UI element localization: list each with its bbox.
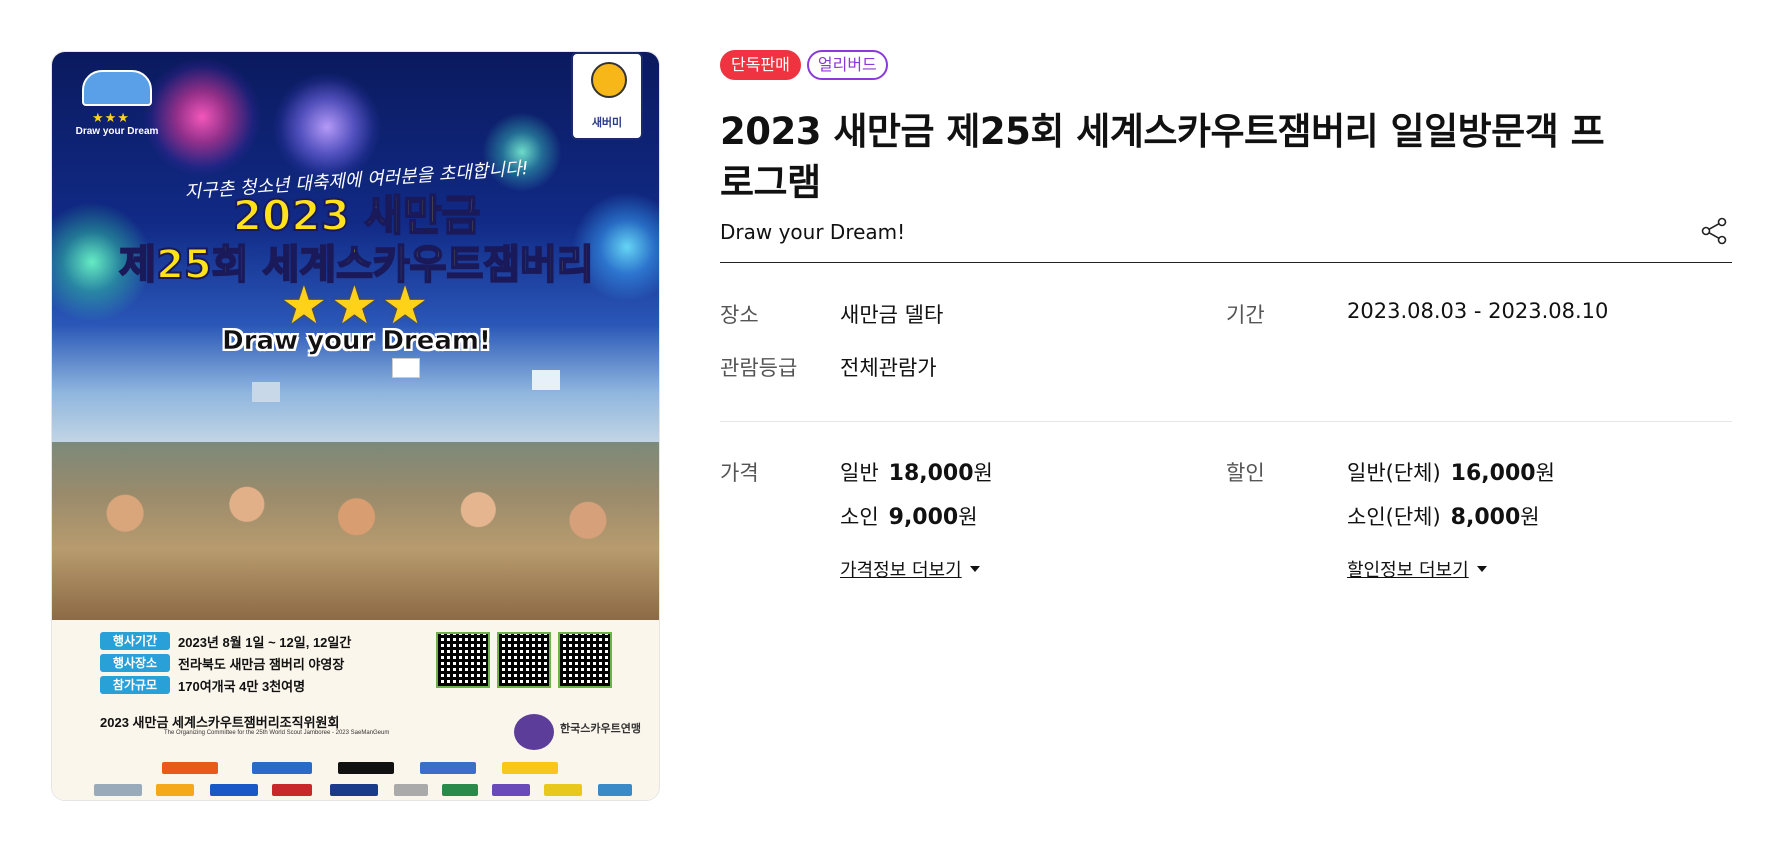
price-type: 일반 (840, 461, 879, 485)
period-label: 기간 (1226, 303, 1265, 327)
early-bird-badge: 얼리버드 (806, 50, 888, 80)
title-divider (720, 262, 1732, 263)
organizer-name: 2023 새만금 세계스카우트잼버리조직위원회 (100, 715, 340, 730)
discount-info-more-link[interactable]: 할인정보 더보기 (1347, 556, 1487, 582)
sponsor-logo (394, 784, 428, 796)
poster-info-tag: 참가규모 (100, 676, 170, 694)
price-row-general: 일반 18,000 원 (840, 457, 993, 487)
qr-code-group (436, 632, 616, 692)
poster-info-text: 2023년 8월 1일 ~ 12일, 12일간 (178, 634, 352, 650)
flag-icon (252, 382, 280, 402)
venue-label: 장소 (720, 303, 759, 327)
discount-type: 일반(단체) (1347, 461, 1441, 485)
poster-info-tag: 행사장소 (100, 654, 170, 672)
discount-info-more-label: 할인정보 더보기 (1347, 560, 1469, 581)
price-info-more-link[interactable]: 가격정보 더보기 (840, 556, 980, 582)
qr-code-icon (436, 632, 490, 688)
rating-value: 전체관람가 (840, 356, 937, 380)
mascot-logo: 새버미 (571, 52, 643, 140)
poster-info-row: 행사기간 2023년 8월 1일 ~ 12일, 12일간 (100, 632, 351, 650)
poster-info-row: 참가규모 170여개국 4만 3천여명 (100, 676, 305, 694)
sponsor-logo (162, 762, 218, 774)
korea-scout-association-logo-icon (514, 714, 554, 750)
organizer-name-en: The Organizing Committee for the 25th Wo… (164, 730, 390, 736)
mascot-name: 새버미 (591, 117, 623, 129)
discount-unit: 원 (1535, 461, 1555, 485)
period-value: 2023.08.03 - 2023.08.10 (1347, 299, 1609, 323)
poster-night-sky: ★★★ Draw your Dream 새버미 지구촌 청소년 대축제에 여러분… (52, 52, 659, 620)
poster-info-row: 행사장소 전라북도 새만금 잼버리 야영장 (100, 654, 344, 672)
sponsor-logo (210, 784, 258, 796)
poster-info-text: 전라북도 새만금 잼버리 야영장 (178, 656, 345, 672)
sponsor-logo (156, 784, 194, 796)
discount-unit: 원 (1520, 505, 1540, 529)
share-button[interactable] (1698, 215, 1730, 247)
rating-label: 관람등급 (720, 356, 798, 380)
jamboree-logo: ★★★ Draw your Dream (74, 64, 160, 140)
price-unit: 원 (973, 461, 993, 485)
price-info-more-label: 가격정보 더보기 (840, 560, 962, 581)
sponsor-logo (94, 784, 142, 796)
logo-text: Draw your Dream (75, 126, 159, 137)
sponsor-logo (338, 762, 394, 774)
sponsor-logos (92, 760, 632, 800)
firework-graphic (142, 57, 262, 177)
sponsor-logo (502, 762, 558, 774)
poster-slogan: Draw your Dream! (222, 326, 491, 357)
qr-code-icon (558, 632, 612, 688)
event-poster: ★★★ Draw your Dream 새버미 지구촌 청소년 대축제에 여러분… (51, 51, 660, 801)
tent-logo-icon (82, 70, 152, 106)
flag-icon (532, 370, 560, 390)
price-unit: 원 (958, 505, 978, 529)
poster-info-text: 170여개국 4만 3천여명 (178, 678, 306, 694)
sponsor-logo (420, 762, 476, 774)
section-divider (720, 421, 1732, 422)
product-title: 2023 새만금 제25회 세계스카우트잼버리 일일방문객 프로그램 (720, 110, 1605, 204)
tiger-mascot-icon (591, 62, 627, 98)
discount-row-group-general: 일반(단체) 16,000 원 (1347, 457, 1555, 487)
poster-info-panel: 행사기간 2023년 8월 1일 ~ 12일, 12일간 행사장소 전라북도 새… (52, 620, 659, 800)
ksa-name: 한국스카우트연맹 (560, 723, 641, 735)
discount-amount: 8,000 (1450, 505, 1521, 530)
exclusive-sale-badge: 단독판매 (720, 50, 801, 80)
price-amount: 9,000 (888, 505, 959, 530)
logo-stars-icon: ★★★ (92, 110, 130, 125)
caret-down-icon (1476, 566, 1487, 572)
price-type: 소인 (840, 505, 879, 529)
caret-down-icon (969, 566, 980, 572)
product-badges: 단독판매 얼리버드 (720, 50, 888, 80)
venue-value: 새만금 델타 (840, 303, 944, 327)
sponsor-logo (544, 784, 582, 796)
sponsor-logo (330, 784, 378, 796)
qr-code-icon (497, 632, 551, 688)
sponsor-logo (492, 784, 530, 796)
discount-label: 할인 (1226, 461, 1265, 485)
sponsor-logo (252, 762, 312, 774)
discount-row-group-child: 소인(단체) 8,000 원 (1347, 501, 1540, 531)
discount-amount: 16,000 (1450, 461, 1536, 486)
sponsor-logo (442, 784, 478, 796)
discount-type: 소인(단체) (1347, 505, 1441, 529)
price-amount: 18,000 (888, 461, 974, 486)
share-icon (1701, 217, 1727, 245)
poster-info-tag: 행사기간 (100, 632, 170, 650)
scouts-crowd-photo (52, 442, 659, 620)
product-subtitle: Draw your Dream! (720, 220, 906, 244)
sponsor-logo (272, 784, 312, 796)
sponsor-logo (598, 784, 632, 796)
korea-flag-icon (392, 358, 420, 378)
price-row-child: 소인 9,000 원 (840, 501, 978, 531)
price-label: 가격 (720, 461, 759, 485)
